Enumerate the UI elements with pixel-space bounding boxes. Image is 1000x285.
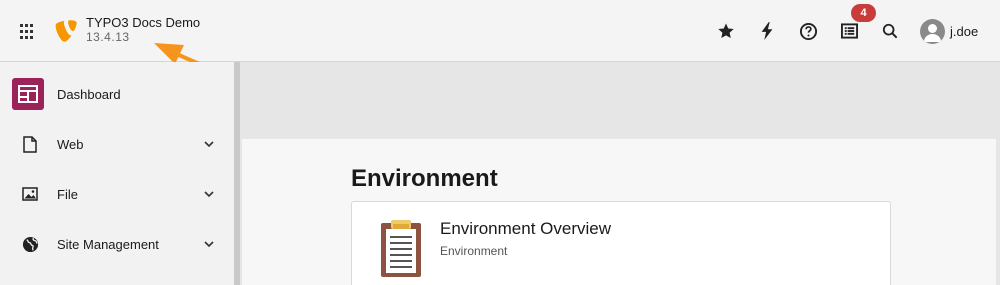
sidebar-item-web[interactable]: Web	[0, 119, 234, 169]
card-title: Environment Overview	[440, 219, 612, 238]
username: j.doe	[950, 23, 979, 39]
sidebar-item-label: Dashboard	[57, 86, 121, 102]
environment-overview-card[interactable]: Environment Overview Environment	[351, 201, 891, 285]
flash-cache-icon[interactable]	[756, 20, 778, 42]
page-title: Environment	[351, 165, 498, 192]
sidebar-item-label: Web	[57, 136, 84, 152]
chevron-down-icon[interactable]	[202, 187, 216, 201]
search-icon[interactable]	[879, 20, 901, 42]
page-icon	[20, 134, 40, 154]
notifications-count-badge: 4	[851, 4, 876, 22]
module-menu: Dashboard Web File Site Management	[0, 62, 234, 285]
image-icon	[20, 184, 40, 204]
chevron-down-icon[interactable]	[202, 237, 216, 251]
globe-icon	[20, 234, 40, 254]
card-subtitle: Environment	[440, 244, 508, 258]
help-icon[interactable]	[797, 20, 819, 42]
sidebar-item-file[interactable]: File	[0, 169, 234, 219]
sidebar-item-label: Site Management	[57, 236, 159, 252]
site-version: 13.4.13	[86, 30, 130, 44]
module-docheader	[240, 62, 1000, 139]
sidebar-item-site-management[interactable]: Site Management	[0, 219, 234, 269]
clipboard-icon	[381, 220, 421, 277]
apps-grid-icon[interactable]	[18, 22, 38, 42]
typo3-logo-icon[interactable]	[54, 19, 78, 43]
system-information-icon[interactable]	[838, 20, 860, 42]
sidebar-item-label: File	[57, 186, 78, 202]
bookmark-star-icon[interactable]	[715, 20, 737, 42]
avatar-icon	[920, 18, 945, 44]
dashboard-icon	[12, 78, 44, 110]
user-menu[interactable]: j.doe	[920, 18, 978, 44]
site-name: TYPO3 Docs Demo	[86, 15, 201, 30]
chevron-down-icon[interactable]	[202, 137, 216, 151]
sidebar-item-dashboard[interactable]: Dashboard	[0, 69, 234, 119]
